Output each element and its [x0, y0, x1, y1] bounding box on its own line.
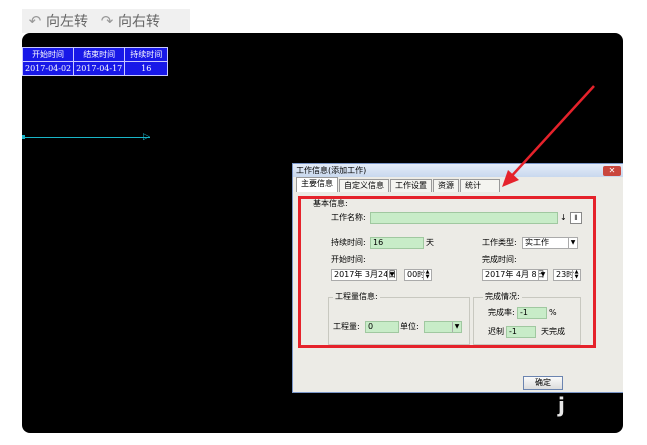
- ok-button[interactable]: 确定: [523, 376, 563, 390]
- table-row[interactable]: 2017-04-02 2017-04-17 16: [22, 61, 169, 76]
- close-button[interactable]: ✕: [603, 165, 621, 176]
- rotate-toolbar: ↶ 向左转 ↷ 向右转: [22, 9, 190, 33]
- tab-work-settings[interactable]: 工作设置: [390, 179, 432, 192]
- gantt-cell-end: 2017-04-17: [73, 61, 126, 76]
- gantt-header-end: 结束时间: [73, 47, 126, 62]
- highlight-box: [298, 196, 596, 348]
- gantt-header-start: 开始时间: [22, 47, 75, 62]
- rotate-left-icon: ↶: [28, 12, 42, 30]
- gantt-header-row: 开始时间 结束时间 持续时间: [22, 47, 169, 62]
- rotate-left-button[interactable]: ↶ 向左转: [22, 11, 94, 31]
- rotate-right-icon: ↷: [100, 12, 114, 30]
- gantt-header-duration: 持续时间: [124, 47, 169, 62]
- gantt-cell-start: 2017-04-02: [22, 61, 75, 76]
- gantt-arrow-icon: ▷: [143, 132, 150, 142]
- tab-statistics[interactable]: 统计: [460, 179, 500, 192]
- gantt-task-line[interactable]: [22, 137, 150, 138]
- gantt-table: 开始时间 结束时间 持续时间 2017-04-02 2017-04-17 16: [22, 47, 169, 76]
- rotate-right-button[interactable]: ↷ 向右转: [94, 11, 166, 31]
- gantt-cell-duration: 16: [124, 61, 169, 76]
- rotate-left-label: 向左转: [46, 14, 88, 30]
- tab-main-info[interactable]: 主要信息: [296, 177, 338, 192]
- dialog-title: 工作信息(添加工作): [296, 166, 367, 175]
- rotate-right-label: 向右转: [118, 14, 160, 30]
- dialog-tabs: 主要信息 自定义信息 工作设置 资源 统计: [293, 177, 623, 192]
- tab-resources[interactable]: 资源: [433, 179, 459, 192]
- dialog-titlebar[interactable]: 工作信息(添加工作) ✕: [293, 164, 623, 177]
- watermark-logo: j: [558, 393, 565, 417]
- tab-custom-info[interactable]: 自定义信息: [339, 179, 389, 192]
